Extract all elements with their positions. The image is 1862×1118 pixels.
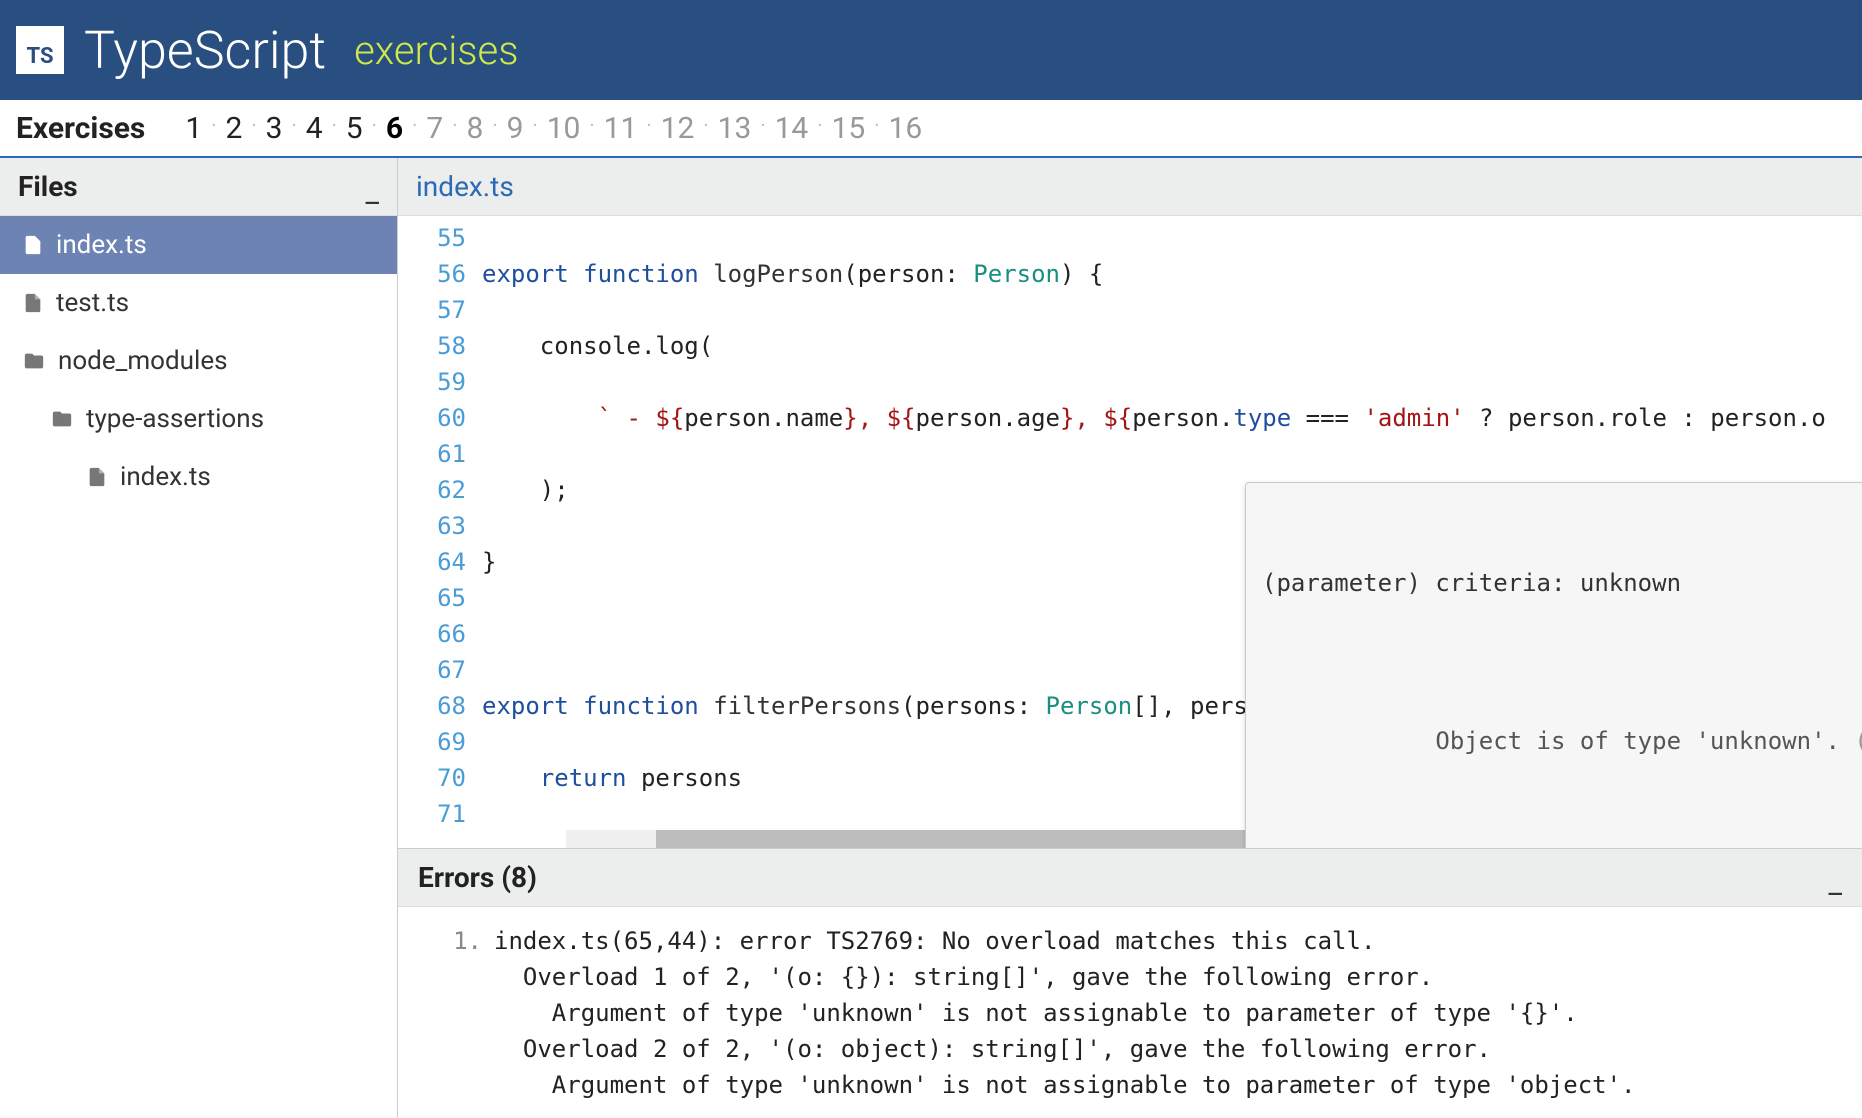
exercise-separator: · <box>646 113 651 137</box>
exercise-separator: · <box>332 113 337 137</box>
line-number: 70 <box>398 760 466 796</box>
line-number: 64 <box>398 544 466 580</box>
exercise-1[interactable]: 1 <box>185 111 202 146</box>
exercise-5[interactable]: 5 <box>346 111 363 146</box>
line-number: 69 <box>398 724 466 760</box>
tree-item-label: test.ts <box>56 288 129 318</box>
code-area[interactable]: export function logPerson(person: Person… <box>482 216 1862 848</box>
files-header: Files _ <box>0 158 397 216</box>
error-text: index.ts(65,44): error TS2769: No overlo… <box>494 923 1636 1103</box>
files-title: Files <box>18 170 78 203</box>
file-test-ts[interactable]: test.ts <box>0 274 397 332</box>
exercise-separator: · <box>817 113 822 137</box>
line-gutter: 5556575859606162636465666768697071 <box>398 216 482 848</box>
line-number: 61 <box>398 436 466 472</box>
exercise-9[interactable]: 9 <box>507 111 524 146</box>
exercises-bar: Exercises 1 · 2 · 3 · 4 · 5 · 6 · 7 · 8 · 9 · 10 · 11 · 12 · 13 ·… <box>0 100 1862 158</box>
exercise-separator: · <box>291 113 296 137</box>
exercise-3[interactable]: 3 <box>266 111 283 146</box>
line-number: 71 <box>398 796 466 832</box>
exercise-separator: · <box>211 113 216 137</box>
error-text: index.ts(67,46): error TS2571: Object is… <box>494 1113 1347 1118</box>
app-header: TS TypeScript exercises <box>0 0 1862 100</box>
tree-item-label: node_modules <box>58 346 228 376</box>
exercise-2[interactable]: 2 <box>225 111 242 146</box>
error-item[interactable]: 2. index.ts(67,46): error TS2571: Object … <box>442 1113 1838 1118</box>
errors-list[interactable]: 1.index.ts(65,44): error TS2769: No over… <box>398 907 1862 1118</box>
logo-subtitle: exercises <box>354 27 518 74</box>
exercise-16[interactable]: 16 <box>889 111 923 146</box>
line-number: 58 <box>398 328 466 364</box>
exercise-8[interactable]: 8 <box>466 111 483 146</box>
exercise-separator: · <box>492 113 497 137</box>
exercise-separator: · <box>452 113 457 137</box>
exercise-10[interactable]: 10 <box>547 111 581 146</box>
exercise-13[interactable]: 13 <box>718 111 752 146</box>
files-sidebar: Files _ index.ts test.ts node_modules type-… <box>0 158 398 1118</box>
exercise-separator: · <box>589 113 594 137</box>
file-tree: index.ts test.ts node_modules type-assertio… <box>0 216 397 506</box>
errors-panel: Errors (8) _ 1.index.ts(65,44): error TS… <box>398 848 1862 1118</box>
exercise-separator: · <box>372 113 377 137</box>
tree-item-label: index.ts <box>56 230 147 260</box>
tree-item-label: type-assertions <box>86 404 264 434</box>
exercise-12[interactable]: 12 <box>661 111 695 146</box>
folder-type-assertions[interactable]: type-assertions <box>0 390 397 448</box>
exercise-11[interactable]: 11 <box>604 111 638 146</box>
file-index-ts[interactable]: index.ts <box>0 216 397 274</box>
errors-title: Errors (8) <box>418 861 537 894</box>
error-item[interactable]: 1.index.ts(65,44): error TS2769: No over… <box>442 923 1838 1103</box>
line-number: 62 <box>398 472 466 508</box>
exercise-7[interactable]: 7 <box>426 111 443 146</box>
file-icon <box>86 466 108 488</box>
error-index: 2. <box>442 1113 482 1118</box>
folder-node_modules[interactable]: node_modules <box>0 332 397 390</box>
error-index: 1. <box>442 923 482 1103</box>
line-number: 59 <box>398 364 466 400</box>
exercise-separator: · <box>703 113 708 137</box>
line-number: 56 <box>398 256 466 292</box>
hover-signature: (parameter) criteria: unknown <box>1262 565 1862 601</box>
line-number: 55 <box>398 220 466 256</box>
line-number: 68 <box>398 688 466 724</box>
line-number: 67 <box>398 652 466 688</box>
folder-icon <box>22 350 46 372</box>
exercise-list: 1 · 2 · 3 · 4 · 5 · 6 · 7 · 8 · 9 · 10 · 11 · 12 · 13 · 14 · 15 · 16 <box>185 111 922 146</box>
file-index-ts[interactable]: index.ts <box>0 448 397 506</box>
errors-header: Errors (8) _ <box>398 849 1862 907</box>
hover-error-msg: Object is of type 'unknown'. (2571) <box>1262 687 1862 795</box>
exercise-separator: · <box>251 113 256 137</box>
exercise-separator: · <box>412 113 417 137</box>
line-number: 63 <box>398 508 466 544</box>
files-collapse-button[interactable]: _ <box>365 175 379 210</box>
line-number: 66 <box>398 616 466 652</box>
folder-icon <box>50 408 74 430</box>
exercises-label: Exercises <box>16 111 145 146</box>
line-number: 57 <box>398 292 466 328</box>
exercise-4[interactable]: 4 <box>306 111 323 146</box>
line-number: 65 <box>398 580 466 616</box>
errors-collapse-button[interactable]: _ <box>1828 866 1842 901</box>
editor-tab[interactable]: index.ts <box>416 170 514 203</box>
file-icon <box>22 234 44 256</box>
exercise-separator: · <box>760 113 765 137</box>
hover-tooltip: (parameter) criteria: unknown Object is … <box>1245 482 1862 848</box>
exercise-separator: · <box>874 113 879 137</box>
tree-item-label: index.ts <box>120 462 211 492</box>
exercise-15[interactable]: 15 <box>832 111 866 146</box>
exercise-14[interactable]: 14 <box>775 111 809 146</box>
line-number: 60 <box>398 400 466 436</box>
ts-logo-icon: TS <box>16 26 64 74</box>
exercise-6[interactable]: 6 <box>386 111 403 146</box>
code-editor[interactable]: 5556575859606162636465666768697071 expor… <box>398 216 1862 848</box>
file-icon <box>22 292 44 314</box>
editor-tab-bar: index.ts <box>398 158 1862 216</box>
exercise-separator: · <box>532 113 537 137</box>
logo-text: TypeScript <box>84 20 326 81</box>
